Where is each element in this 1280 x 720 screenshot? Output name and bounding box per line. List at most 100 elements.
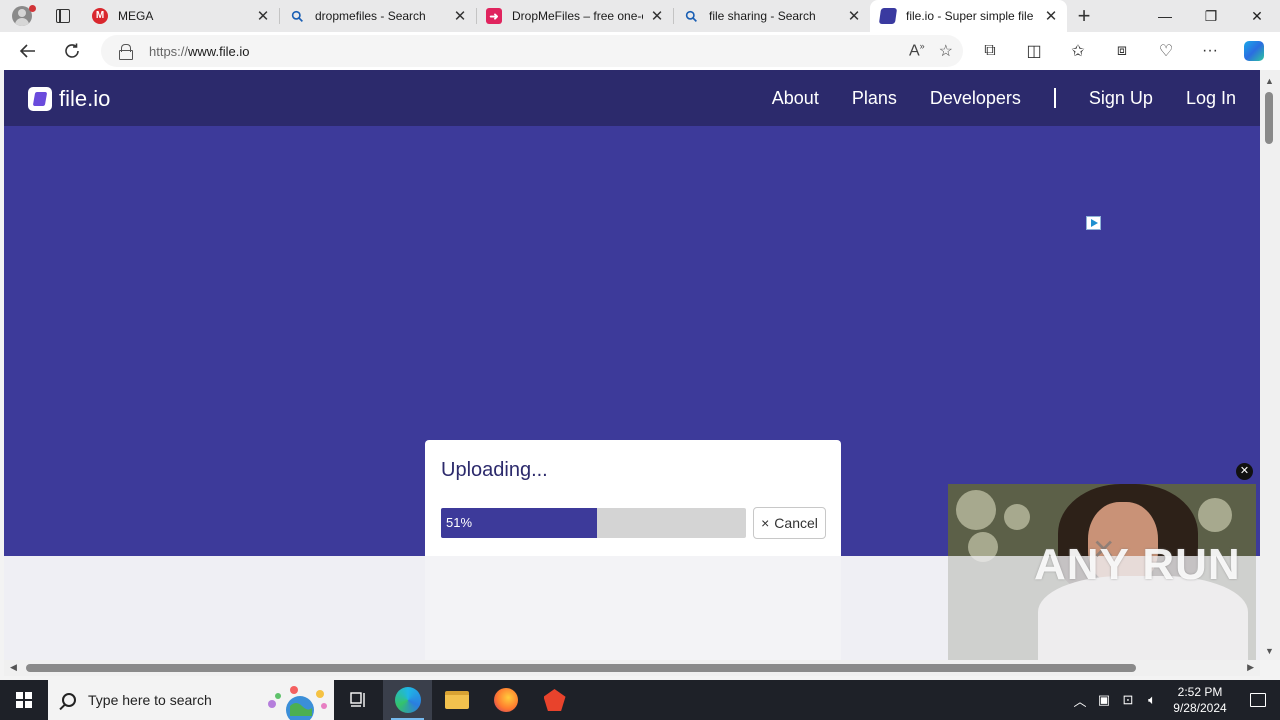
tab-title: DropMeFiles – free one-c xyxy=(512,9,643,23)
bokeh-shape xyxy=(1198,498,1232,532)
upload-heading: Uploading... xyxy=(441,459,548,481)
scroll-left-icon[interactable]: ◀ xyxy=(10,662,17,673)
copilot-icon xyxy=(1244,41,1264,61)
search-icon xyxy=(683,8,699,24)
start-button[interactable] xyxy=(0,680,48,720)
tab-strip: M MEGA ✕ dropmefiles - Search ✕ ➜ DropMe… xyxy=(0,0,1280,32)
settings-more-icon[interactable]: ··· xyxy=(1188,35,1232,67)
browser-essentials-icon[interactable]: ♡ xyxy=(1144,35,1188,67)
notification-center-button[interactable] xyxy=(1236,680,1280,720)
firefox-icon xyxy=(493,688,518,712)
close-icon: × xyxy=(761,515,770,531)
browser-toolbar: https://www.file.io A» ☆ ⧉ ◫ ✩ ⧈ ♡ ··· xyxy=(0,32,1280,70)
refresh-icon xyxy=(65,43,79,58)
close-icon[interactable]: ✕ xyxy=(255,7,271,25)
cancel-button[interactable]: × Cancel xyxy=(753,507,826,539)
restore-button[interactable]: ❐ xyxy=(1188,0,1234,32)
scroll-thumb[interactable] xyxy=(1265,92,1273,144)
minimize-button[interactable]: — xyxy=(1142,0,1188,32)
vertical-scrollbar[interactable]: ▲ ▼ xyxy=(1260,70,1280,660)
tab-title: dropmefiles - Search xyxy=(315,9,426,23)
tab-title: file sharing - Search xyxy=(709,9,816,23)
main-nav: About Plans Developers Sign Up Log In xyxy=(739,70,1236,126)
tab-dropmefiles-search[interactable]: dropmefiles - Search ✕ xyxy=(279,0,476,32)
tab-mega[interactable]: M MEGA ✕ xyxy=(82,0,279,32)
scroll-thumb[interactable] xyxy=(26,664,1136,672)
notification-dot xyxy=(29,5,36,12)
collections-icon[interactable]: ⧈ xyxy=(1100,35,1144,67)
chevron-up-icon[interactable]: ︿ xyxy=(1068,691,1092,710)
mega-icon: M xyxy=(92,8,108,24)
taskbar-anyrun[interactable] xyxy=(530,680,579,720)
search-icon xyxy=(62,693,76,707)
close-icon[interactable]: ✕ xyxy=(1043,7,1059,25)
search-highlight-globe-icon xyxy=(268,686,327,720)
favorite-star-icon[interactable]: ☆ xyxy=(939,41,953,61)
bokeh-shape xyxy=(1004,504,1030,530)
task-view-icon xyxy=(349,692,365,707)
read-aloud-icon[interactable]: A» xyxy=(909,41,925,60)
scroll-up-icon[interactable]: ▲ xyxy=(1265,76,1274,86)
tab-dropmefiles[interactable]: ➜ DropMeFiles – free one-c ✕ xyxy=(476,0,673,32)
favorites-icon[interactable]: ✩ xyxy=(1056,35,1100,67)
copilot-button[interactable] xyxy=(1232,35,1276,67)
adchoices-icon[interactable] xyxy=(1086,216,1101,230)
search-icon xyxy=(289,8,305,24)
horizontal-scrollbar[interactable]: ◀ ▶ xyxy=(4,660,1260,676)
nav-divider xyxy=(1053,88,1056,108)
nav-plans[interactable]: Plans xyxy=(852,88,897,109)
clock[interactable]: 2:52 PM 9/28/2024 xyxy=(1164,684,1236,716)
tab-file-sharing-search[interactable]: file sharing - Search ✕ xyxy=(673,0,870,32)
address-bar[interactable]: https://www.file.io A» ☆ xyxy=(101,35,963,67)
site-logo[interactable]: file.io xyxy=(28,86,110,112)
progress-fill: 51% xyxy=(441,508,597,538)
back-arrow-icon xyxy=(19,44,35,58)
lock-icon[interactable] xyxy=(119,44,133,60)
clock-time: 2:52 PM xyxy=(1177,685,1223,699)
split-screen-icon[interactable]: ◫ xyxy=(1012,35,1056,67)
taskbar-edge[interactable] xyxy=(383,680,432,720)
fileio-logo-icon xyxy=(28,87,52,111)
taskbar-search[interactable]: Type here to search xyxy=(48,680,334,720)
task-view-button[interactable] xyxy=(334,680,383,720)
video-ad-close-icon[interactable]: ✕ xyxy=(1236,463,1253,480)
upload-progress-bar: 51% xyxy=(441,508,746,538)
scroll-right-icon[interactable]: ▶ xyxy=(1247,662,1254,673)
nav-about[interactable]: About xyxy=(772,88,819,109)
close-icon[interactable]: ✕ xyxy=(846,7,862,25)
nav-developers[interactable]: Developers xyxy=(930,88,1021,109)
refresh-button[interactable] xyxy=(53,35,91,67)
taskbar-firefox[interactable] xyxy=(481,680,530,720)
windows-logo-icon xyxy=(16,692,32,708)
close-icon[interactable]: ✕ xyxy=(649,7,665,25)
close-window-button[interactable]: ✕ xyxy=(1234,0,1280,32)
network-icon[interactable]: ⊡ xyxy=(1116,692,1140,708)
fileio-icon xyxy=(878,8,898,24)
search-placeholder: Type here to search xyxy=(88,692,212,708)
nav-sign-up[interactable]: Sign Up xyxy=(1089,88,1153,109)
taskbar: Type here to search ︿ ▣ ⊡ 🔈︎ 2:52 PM 9/2… xyxy=(0,680,1280,720)
url-text[interactable]: https://www.file.io xyxy=(149,44,249,59)
folder-icon xyxy=(444,691,469,709)
anyrun-watermark: ANY RUN xyxy=(1034,540,1241,589)
anyrun-icon xyxy=(543,689,566,711)
system-tray: ︿ ▣ ⊡ 🔈︎ 2:52 PM 9/28/2024 xyxy=(1068,680,1280,720)
back-button[interactable] xyxy=(9,35,47,67)
taskbar-file-explorer[interactable] xyxy=(432,680,481,720)
nav-log-in[interactable]: Log In xyxy=(1186,88,1236,109)
scroll-down-icon[interactable]: ▼ xyxy=(1265,646,1274,656)
edge-icon xyxy=(394,687,421,713)
tab-fileio[interactable]: file.io - Super simple file ✕ xyxy=(870,0,1067,32)
bokeh-shape xyxy=(956,490,996,530)
meet-now-icon[interactable]: ▣ xyxy=(1092,692,1116,708)
new-tab-button[interactable]: + xyxy=(1067,0,1101,32)
tab-actions-icon xyxy=(56,9,70,23)
tab-title: file.io - Super simple file xyxy=(906,9,1034,23)
extensions-icon[interactable]: ⧉ xyxy=(968,35,1012,67)
tab-actions-button[interactable] xyxy=(44,0,82,32)
profile-button[interactable] xyxy=(0,0,44,32)
logo-text: file.io xyxy=(59,86,111,111)
site-header: file.io About Plans Developers Sign Up L… xyxy=(4,70,1260,126)
volume-icon[interactable]: 🔈︎ xyxy=(1140,692,1164,708)
close-icon[interactable]: ✕ xyxy=(452,7,468,25)
